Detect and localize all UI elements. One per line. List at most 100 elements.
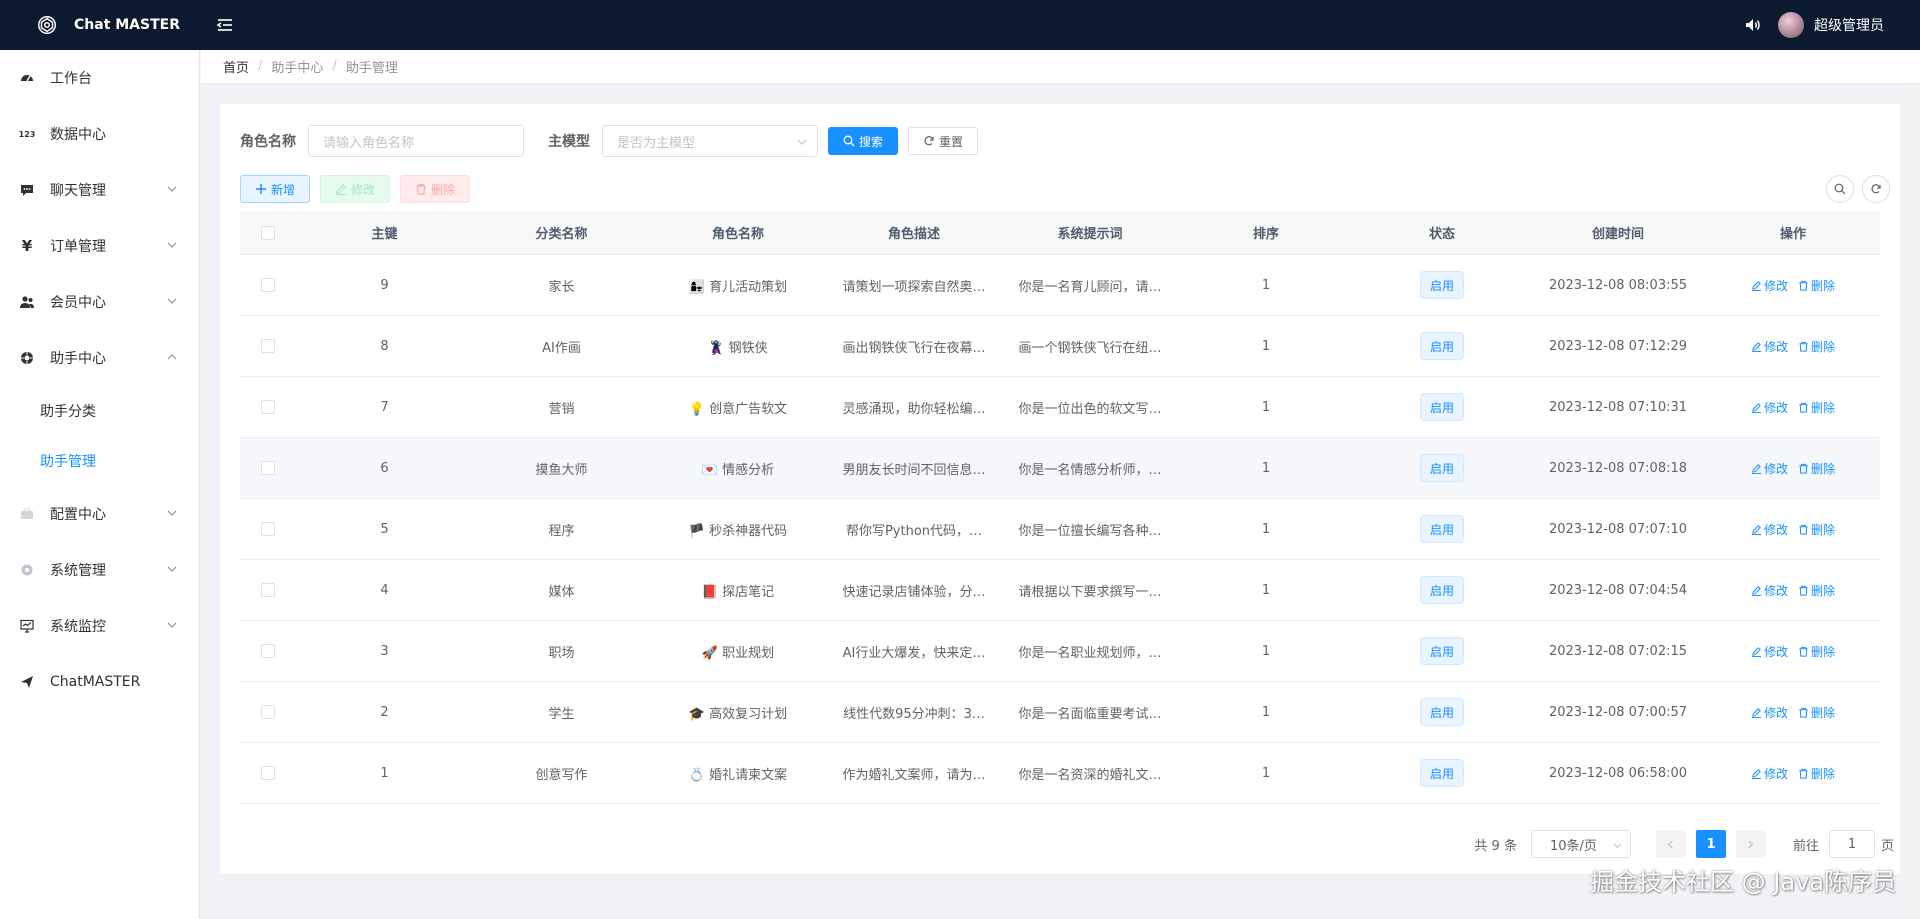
speaker-icon[interactable] — [1744, 16, 1762, 34]
page-number-button[interactable]: 1 — [1695, 830, 1726, 858]
edit-icon — [1751, 768, 1762, 779]
breadcrumb-parent: 助手中心 — [271, 61, 324, 76]
row-delete-label: 删除 — [1811, 339, 1836, 354]
row-delete-label: 删除 — [1811, 400, 1836, 415]
search-button-label: 搜索 — [859, 134, 884, 149]
row-edit-link[interactable]: 修改 — [1751, 582, 1788, 599]
table-row[interactable]: 3 职场 🚀 职业规划 AI行业大爆发，快来定… 你是一名职业规划师，… 1 启用 2023-1… — [240, 621, 1880, 682]
edit-button[interactable]: 修改 — [320, 175, 391, 203]
row-checkbox[interactable] — [261, 705, 275, 719]
table-row[interactable]: 9 家长 👩‍👧 育儿活动策划 请策划一项探索自然奥… 你是一名育儿顾问，请… 1 启用 202… — [240, 255, 1880, 316]
sidebar-item-chatmaster[interactable]: ChatMASTER — [0, 654, 199, 710]
row-checkbox[interactable] — [261, 522, 275, 536]
cell-id: 1 — [380, 765, 389, 781]
row-checkbox[interactable] — [261, 766, 275, 780]
assistant-table: 主键 分类名称 角色名称 角色描述 系统提示词 排序 状态 创建时间 操作 9 家… — [240, 211, 1880, 804]
table-row[interactable]: 8 AI作画 🦹 钢铁侠 画出钢铁侠飞行在夜幕… 画一个钢铁侠飞行在纽… 1 启用 2023-1… — [240, 316, 1880, 377]
row-edit-link[interactable]: 修改 — [1751, 643, 1788, 660]
row-delete-link[interactable]: 删除 — [1798, 460, 1835, 477]
sidebar-item-dashboard[interactable]: 工作台 — [0, 50, 199, 106]
cell-created-time: 2023-12-08 07:00:57 — [1548, 704, 1688, 720]
cell-description: 线性代数95分冲刺：3… — [843, 706, 985, 722]
search-icon — [1834, 183, 1846, 195]
cell-description: 画出钢铁侠飞行在夜幕… — [842, 340, 986, 356]
cell-category: 职场 — [548, 645, 575, 661]
sidebar-item-system-monitor[interactable]: 系统监控 — [0, 598, 199, 654]
add-button[interactable]: 新增 — [240, 175, 311, 203]
row-checkbox[interactable] — [261, 278, 275, 292]
row-checkbox[interactable] — [261, 461, 275, 475]
role-name-input[interactable]: 请输入角色名称 — [308, 125, 524, 157]
row-checkbox[interactable] — [261, 644, 275, 658]
cell-created-time: 2023-12-08 07:04:54 — [1548, 582, 1688, 598]
table-row[interactable]: 4 媒体 📕 探店笔记 快速记录店铺体验，分… 请根据以下要求撰写一… 1 启用 2023-12… — [240, 560, 1880, 621]
sidebar-item-system-manage[interactable]: 系统管理 — [0, 542, 199, 598]
cell-created-time: 2023-12-08 07:08:18 — [1548, 460, 1688, 476]
table-row[interactable]: 5 程序 🏴 秒杀神器代码 帮你写Python代码，… 你是一位擅长编写各种… 1 启用 202… — [240, 499, 1880, 560]
row-checkbox[interactable] — [261, 583, 275, 597]
row-edit-link[interactable]: 修改 — [1751, 338, 1788, 355]
row-delete-link[interactable]: 删除 — [1798, 643, 1835, 660]
cell-operations: 修改 删除 — [1706, 277, 1880, 294]
row-delete-link[interactable]: 删除 — [1798, 399, 1835, 416]
delete-button[interactable]: 删除 — [400, 175, 471, 203]
user-name[interactable]: 超级管理员 — [1814, 15, 1884, 35]
briefcase-icon — [20, 507, 34, 521]
sidebar-item-members[interactable]: 会员中心 — [0, 274, 199, 330]
sidebar-subitem-assistant-manage[interactable]: 助手管理 — [0, 436, 199, 486]
sidebar-item-chat[interactable]: 聊天管理 — [0, 162, 199, 218]
search-button[interactable]: 搜索 — [828, 127, 899, 155]
cell-id: 5 — [380, 521, 389, 537]
row-checkbox[interactable] — [261, 400, 275, 414]
row-edit-label: 修改 — [1763, 461, 1788, 476]
model-select[interactable]: 是否为主模型 — [602, 125, 818, 157]
select-all-checkbox[interactable] — [261, 225, 275, 240]
next-page-button[interactable] — [1735, 830, 1766, 858]
goto-page-input[interactable] — [1828, 830, 1875, 858]
row-delete-link[interactable]: 删除 — [1798, 521, 1835, 538]
sidebar-item-assistant-center[interactable]: 助手中心 — [0, 330, 199, 386]
sidebar-item-config-center[interactable]: 配置中心 — [0, 486, 199, 542]
row-delete-link[interactable]: 删除 — [1798, 277, 1835, 294]
prev-page-button[interactable] — [1655, 830, 1686, 858]
trash-icon — [1799, 463, 1808, 474]
row-edit-link[interactable]: 修改 — [1751, 521, 1788, 538]
row-delete-link[interactable]: 删除 — [1798, 704, 1835, 721]
row-edit-label: 修改 — [1763, 278, 1788, 293]
row-edit-link[interactable]: 修改 — [1751, 704, 1788, 721]
column-header: 操作 — [1779, 227, 1806, 242]
row-delete-label: 删除 — [1811, 583, 1836, 598]
page-scrollbar[interactable] — [1912, 84, 1920, 919]
avatar[interactable] — [1778, 12, 1804, 38]
sidebar-subitem-assistant-category[interactable]: 助手分类 — [0, 386, 199, 436]
breadcrumb-home[interactable]: 首页 — [223, 57, 249, 76]
table-row[interactable]: 2 学生 🎓 高效复习计划 线性代数95分冲刺：3… 你是一名面临重要考试… 1 启用 2023… — [240, 682, 1880, 743]
edit-icon — [1751, 646, 1762, 657]
row-edit-link[interactable]: 修改 — [1751, 460, 1788, 477]
collapse-menu-icon[interactable] — [216, 16, 234, 34]
table-row[interactable]: 7 营销 💡 创意广告软文 灵感涌现，助你轻松编… 你是一位出色的软文写… 1 启用 2023-… — [240, 377, 1880, 438]
role-emoji-icon: 💍 — [688, 767, 706, 783]
page-size-select[interactable]: 10条/页 — [1530, 830, 1631, 858]
reset-button[interactable]: 重置 — [908, 127, 979, 155]
table-row[interactable]: 6 摸鱼大师 💌 情感分析 男朋友长时间不回信息… 你是一名情感分析师，… 1 启用 2023-… — [240, 438, 1880, 499]
table-row[interactable]: 1 创意写作 💍 婚礼请柬文案 作为婚礼文案师，请为… 你是一名资深的婚礼文… 1 启用 202… — [240, 743, 1880, 804]
row-edit-link[interactable]: 修改 — [1751, 399, 1788, 416]
row-delete-link[interactable]: 删除 — [1798, 765, 1835, 782]
trash-icon — [1799, 402, 1808, 413]
chevron-right-icon — [1748, 839, 1754, 849]
refresh-button[interactable] — [1862, 175, 1890, 203]
toggle-search-button[interactable] — [1826, 175, 1854, 203]
row-edit-link[interactable]: 修改 — [1751, 765, 1788, 782]
table-header: 主键 分类名称 角色名称 角色描述 系统提示词 排序 状态 创建时间 操作 — [240, 211, 1880, 255]
edit-icon — [1751, 463, 1762, 474]
row-delete-link[interactable]: 删除 — [1798, 582, 1835, 599]
sidebar-item-data-center[interactable]: 123 数据中心 — [0, 106, 199, 162]
logo[interactable]: Chat MASTER — [0, 14, 200, 36]
sidebar-item-orders[interactable]: ¥ 订单管理 — [0, 218, 199, 274]
row-edit-link[interactable]: 修改 — [1751, 277, 1788, 294]
row-checkbox[interactable] — [261, 339, 275, 353]
reset-button-label: 重置 — [939, 134, 964, 149]
row-delete-link[interactable]: 删除 — [1798, 338, 1835, 355]
role-emoji-icon: 🦹 — [708, 340, 725, 356]
